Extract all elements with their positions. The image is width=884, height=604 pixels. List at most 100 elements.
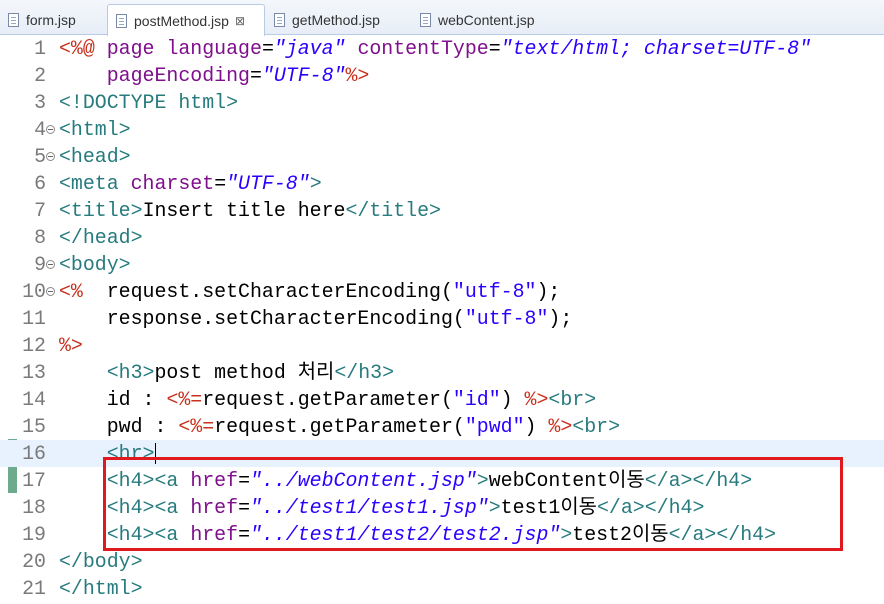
code-token: </html>: [59, 577, 143, 600]
line-number: 12: [22, 334, 46, 357]
code-text: <meta charset="UTF-8">: [59, 170, 322, 197]
code-line[interactable]: 4 <html>: [0, 116, 884, 143]
code-token: <head>: [59, 145, 131, 168]
code-line[interactable]: 8 </head>: [0, 224, 884, 251]
code-line[interactable]: 3 <!DOCTYPE html>: [0, 89, 884, 116]
code-token: <title>: [59, 199, 143, 222]
code-text: pageEncoding="UTF-8"%>: [59, 62, 370, 89]
code-line[interactable]: 20 </body>: [0, 548, 884, 575]
code-token: %>: [59, 334, 83, 357]
code-token: post method 처리: [154, 361, 335, 384]
code-line[interactable]: 21 </html>: [0, 575, 884, 602]
code-text: </html>: [59, 575, 143, 602]
code-token: response.setCharacterEncoding(: [59, 307, 465, 330]
code-line[interactable]: 10 <% request.setCharacterEncoding("utf-8…: [0, 278, 884, 305]
code-token: </body>: [59, 550, 143, 573]
code-token: Insert title here: [142, 199, 346, 222]
jsp-file-icon: [274, 12, 285, 27]
code-line[interactable]: 13 <h3>post method 처리</h3>: [0, 359, 884, 386]
code-text: %>: [59, 332, 83, 359]
line-number: 9: [34, 253, 46, 276]
code-token: </title>: [345, 199, 441, 222]
code-line[interactable]: 6 <meta charset="UTF-8">: [0, 170, 884, 197]
code-token: <%: [59, 280, 83, 303]
code-text: <h3>post method 처리</h3>: [59, 359, 394, 386]
code-token: "utf-8": [452, 280, 537, 303]
line-number: 1: [34, 37, 46, 60]
code-text: <head>: [59, 143, 131, 170]
code-token: </h3>: [334, 361, 395, 384]
line-number: 16: [22, 442, 46, 465]
line-number: 11: [22, 307, 46, 330]
jsp-file-icon: [8, 12, 19, 27]
fold-toggle-icon[interactable]: [46, 260, 55, 269]
code-text: </head>: [59, 224, 143, 251]
code-line[interactable]: 11 response.setCharacterEncoding("utf-8"…: [0, 305, 884, 332]
line-number: 5: [34, 145, 46, 168]
tab-form-jsp[interactable]: form.jsp: [0, 4, 105, 35]
code-line[interactable]: 7 <title>Insert title here</title>: [0, 197, 884, 224]
fold-toggle-icon[interactable]: [46, 152, 55, 161]
line-number: 2: [34, 64, 46, 87]
code-token: ): [500, 388, 525, 411]
code-token: request.setCharacterEncoding(: [82, 280, 453, 303]
tab-label: webContent.jsp: [438, 11, 535, 28]
code-line[interactable]: 15 pwd : <%=request.getParameter("pwd") …: [0, 413, 884, 440]
code-token: request.getParameter(: [214, 415, 465, 438]
jsp-file-icon: [420, 12, 431, 27]
line-number: 3: [34, 91, 46, 114]
code-line[interactable]: 9 <body>: [0, 251, 884, 278]
tab-label: postMethod.jsp: [134, 12, 229, 29]
tab-getmethod-jsp[interactable]: getMethod.jsp: [266, 4, 408, 35]
code-token: %>: [345, 64, 370, 87]
code-text: <!DOCTYPE html>: [59, 89, 238, 116]
code-token: "utf-8": [464, 307, 549, 330]
tab-label: getMethod.jsp: [292, 11, 380, 28]
code-token: <h3>: [106, 361, 155, 384]
code-token: contentType: [357, 37, 489, 60]
code-token: "text/html; charset=UTF-8": [500, 37, 812, 60]
code-token: id :: [59, 388, 167, 411]
code-line[interactable]: 12 %>: [0, 332, 884, 359]
code-token: <body>: [59, 253, 131, 276]
code-token: </head>: [59, 226, 143, 249]
line-number: 6: [34, 172, 46, 195]
tab-postmethod-jsp[interactable]: postMethod.jsp ⊠: [107, 4, 265, 36]
code-line[interactable]: 5 <head>: [0, 143, 884, 170]
line-number: 20: [22, 550, 46, 573]
code-line[interactable]: 2 pageEncoding="UTF-8"%>: [0, 62, 884, 89]
code-token: =: [214, 172, 227, 195]
editor-tab-bar: form.jsp postMethod.jsp ⊠ getMethod.jsp …: [0, 0, 884, 36]
code-token: language: [166, 37, 262, 60]
line-number: 15: [22, 415, 46, 438]
code-text: response.setCharacterEncoding("utf-8");: [59, 305, 573, 332]
code-token: "UTF-8": [226, 172, 310, 195]
code-token: =: [488, 37, 501, 60]
line-number: 17: [22, 469, 46, 492]
code-line[interactable]: 14 id : <%=request.getParameter("id") %>…: [0, 386, 884, 413]
code-text: <body>: [59, 251, 131, 278]
code-text: <title>Insert title here</title>: [59, 197, 441, 224]
code-text: <html>: [59, 116, 131, 143]
code-text: <% request.setCharacterEncoding("utf-8")…: [59, 278, 560, 305]
tab-webcontent-jsp[interactable]: webContent.jsp: [412, 4, 562, 35]
code-text: pwd : <%=request.getParameter("pwd") %><…: [59, 413, 620, 440]
code-token: <%=: [178, 415, 215, 438]
code-token: =: [261, 37, 274, 60]
close-tab-icon[interactable]: ⊠: [235, 15, 245, 27]
code-token: <%=: [166, 388, 203, 411]
code-token: <br>: [572, 415, 621, 438]
fold-toggle-icon[interactable]: [46, 287, 55, 296]
code-token: %>: [548, 415, 573, 438]
code-line[interactable]: 1 <%@ page language="java" contentType="t…: [0, 35, 884, 62]
line-number: 10: [22, 280, 46, 303]
fold-toggle-icon[interactable]: [46, 125, 55, 134]
line-number: 21: [22, 577, 46, 600]
code-token: charset: [130, 172, 215, 195]
code-token: >: [309, 172, 322, 195]
